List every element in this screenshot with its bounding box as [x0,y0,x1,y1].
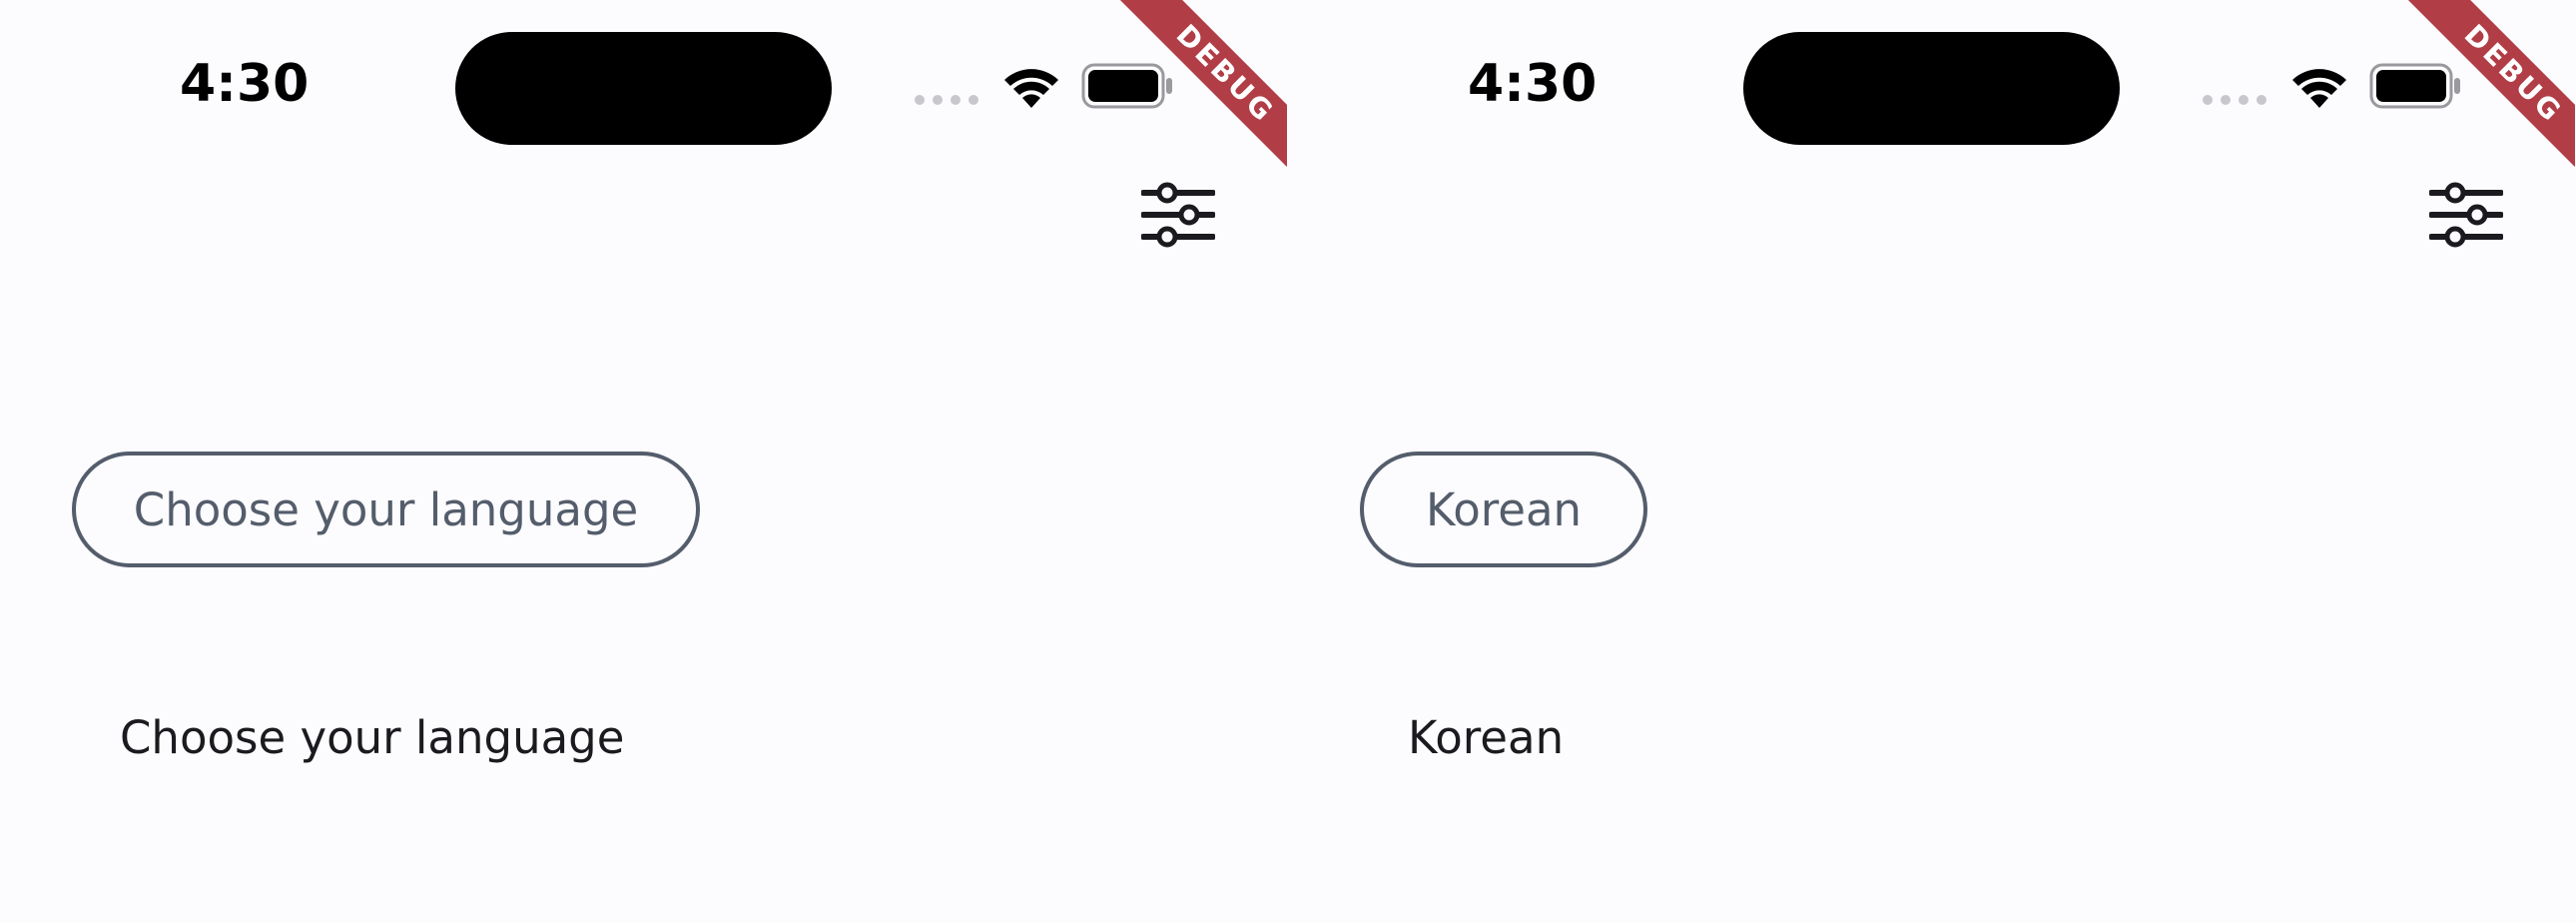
phone-screen-right: 4:30 DEBUG Korean Korean [1288,0,2575,922]
debug-banner-label: DEBUG [1103,0,1287,196]
choose-language-button[interactable]: Choose your language [72,452,700,567]
selected-language-text: Choose your language [120,711,625,764]
status-bar-time: 4:30 [1468,54,1598,114]
wifi-icon [1004,69,1058,108]
dynamic-island [455,32,832,145]
tune-sliders-icon [2429,182,2503,248]
choose-language-button[interactable]: Korean [1360,452,1647,567]
debug-banner: DEBUG [1087,0,1287,200]
dynamic-island [1743,32,2120,145]
cellular-signal-icon [915,95,978,105]
settings-button[interactable] [2426,175,2506,255]
selected-language-text: Korean [1408,711,1565,764]
phone-screen-left: 4:30 DEBUG Choose your language Choose y… [0,0,1287,922]
debug-banner-label: DEBUG [2391,0,2575,196]
tune-sliders-icon [1141,182,1215,248]
wifi-icon [2292,69,2346,108]
cellular-signal-icon [2203,95,2266,105]
status-bar-time: 4:30 [180,54,310,114]
settings-button[interactable] [1138,175,1218,255]
debug-banner: DEBUG [2375,0,2575,200]
